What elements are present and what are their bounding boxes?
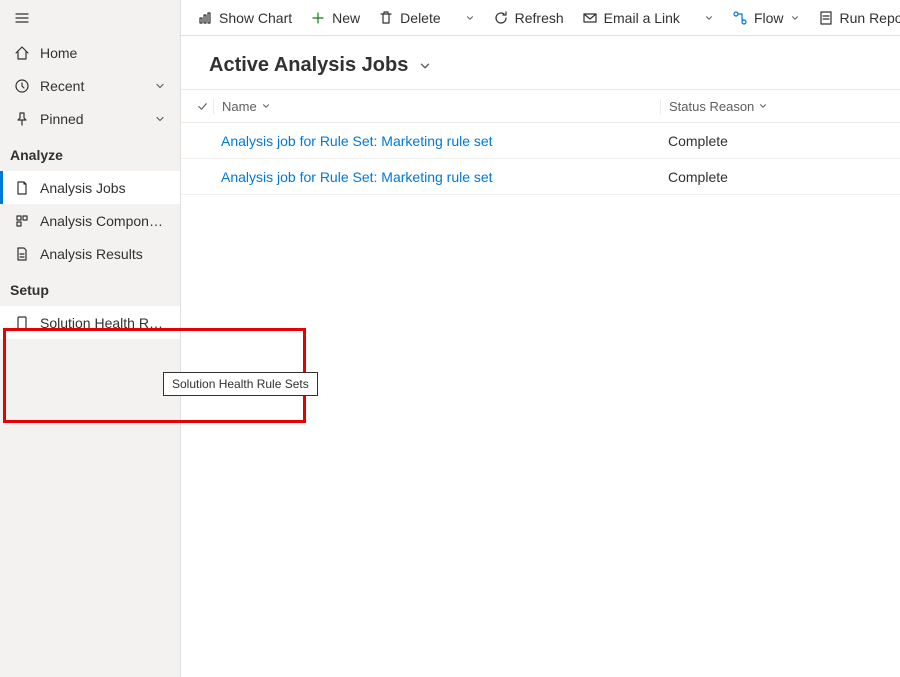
- main: Show Chart New Delete Refresh Email a Li…: [181, 0, 900, 677]
- grid-row[interactable]: Analysis job for Rule Set: Marketing rul…: [181, 159, 900, 195]
- nav-analysis-jobs-label: Analysis Jobs: [40, 180, 166, 196]
- clock-icon: [14, 78, 30, 94]
- nav-pinned[interactable]: Pinned: [0, 102, 180, 135]
- col-status-header[interactable]: Status Reason: [660, 99, 900, 114]
- hamburger-icon: [14, 10, 30, 26]
- page-title-text: Active Analysis Jobs: [209, 54, 408, 77]
- section-setup: Setup: [0, 270, 180, 306]
- record-link[interactable]: Analysis job for Rule Set: Marketing rul…: [221, 133, 493, 149]
- nav-recent-label: Recent: [40, 78, 144, 94]
- cmd-flow-label: Flow: [754, 10, 784, 26]
- view-selector[interactable]: Active Analysis Jobs: [181, 36, 900, 89]
- nav-analysis-results-label: Analysis Results: [40, 246, 166, 262]
- nav-analysis-components[interactable]: Analysis Components: [0, 204, 180, 237]
- col-status-label: Status Reason: [669, 99, 754, 114]
- col-check-header[interactable]: [191, 100, 213, 113]
- chevron-down-icon: [154, 113, 166, 125]
- flow-icon: [732, 10, 748, 26]
- cmd-refresh-label: Refresh: [515, 10, 564, 26]
- cmd-new-label: New: [332, 10, 360, 26]
- cell-status: Complete: [660, 133, 900, 149]
- cell-status: Complete: [660, 169, 900, 185]
- chart-icon: [197, 10, 213, 26]
- cmd-flow[interactable]: Flow: [724, 0, 808, 35]
- command-bar: Show Chart New Delete Refresh Email a Li…: [181, 0, 900, 36]
- nav-solution-health-label: Solution Health Rule ...: [40, 315, 166, 331]
- cmd-run-report[interactable]: Run Report: [810, 0, 900, 35]
- col-name-header[interactable]: Name: [213, 99, 660, 114]
- section-analyze: Analyze: [0, 135, 180, 171]
- cmd-show-chart-label: Show Chart: [219, 10, 292, 26]
- nav-home-label: Home: [40, 45, 166, 61]
- col-name-label: Name: [222, 99, 257, 114]
- plus-icon: [310, 10, 326, 26]
- cmd-run-report-label: Run Report: [840, 10, 900, 26]
- refresh-icon: [493, 10, 509, 26]
- hamburger-button[interactable]: [0, 0, 180, 36]
- check-icon: [196, 100, 209, 113]
- sidebar: Home Recent Pinned Analyze Analysis Jobs…: [0, 0, 181, 677]
- nav-analysis-components-label: Analysis Components: [40, 213, 166, 229]
- chevron-down-icon: [704, 13, 714, 23]
- cmd-delete[interactable]: Delete: [370, 0, 448, 35]
- chevron-down-icon: [261, 101, 271, 111]
- chevron-down-icon: [790, 13, 800, 23]
- chevron-down-icon: [418, 59, 432, 73]
- cmd-email-link[interactable]: Email a Link: [574, 0, 688, 35]
- cmd-delete-label: Delete: [400, 10, 440, 26]
- nav-recent[interactable]: Recent: [0, 69, 180, 102]
- cmd-email-link-label: Email a Link: [604, 10, 680, 26]
- results-icon: [14, 246, 30, 262]
- cmd-new[interactable]: New: [302, 0, 368, 35]
- nav-home[interactable]: Home: [0, 36, 180, 69]
- app-root: Home Recent Pinned Analyze Analysis Jobs…: [0, 0, 900, 677]
- cell-name: Analysis job for Rule Set: Marketing rul…: [213, 169, 660, 185]
- chevron-down-icon: [154, 80, 166, 92]
- data-grid: Name Status Reason Analysis job for Rule…: [181, 89, 900, 195]
- nav-analysis-results[interactable]: Analysis Results: [0, 237, 180, 270]
- chevron-down-icon: [758, 101, 768, 111]
- email-icon: [582, 10, 598, 26]
- home-icon: [14, 45, 30, 61]
- cmd-refresh[interactable]: Refresh: [485, 0, 572, 35]
- nav-pinned-label: Pinned: [40, 111, 144, 127]
- trash-icon: [378, 10, 394, 26]
- cmd-show-chart[interactable]: Show Chart: [189, 0, 300, 35]
- chevron-down-icon: [465, 13, 475, 23]
- grid-header: Name Status Reason: [181, 89, 900, 123]
- pin-icon: [14, 111, 30, 127]
- cmd-delete-split[interactable]: [457, 0, 483, 35]
- cell-name: Analysis job for Rule Set: Marketing rul…: [213, 133, 660, 149]
- components-icon: [14, 213, 30, 229]
- ruleset-icon: [14, 315, 30, 331]
- nav-solution-health-rule-sets[interactable]: Solution Health Rule ...: [0, 306, 180, 339]
- document-icon: [14, 180, 30, 196]
- record-link[interactable]: Analysis job for Rule Set: Marketing rul…: [221, 169, 493, 185]
- nav-analysis-jobs[interactable]: Analysis Jobs: [0, 171, 180, 204]
- report-icon: [818, 10, 834, 26]
- grid-row[interactable]: Analysis job for Rule Set: Marketing rul…: [181, 123, 900, 159]
- cmd-email-split[interactable]: [696, 0, 722, 35]
